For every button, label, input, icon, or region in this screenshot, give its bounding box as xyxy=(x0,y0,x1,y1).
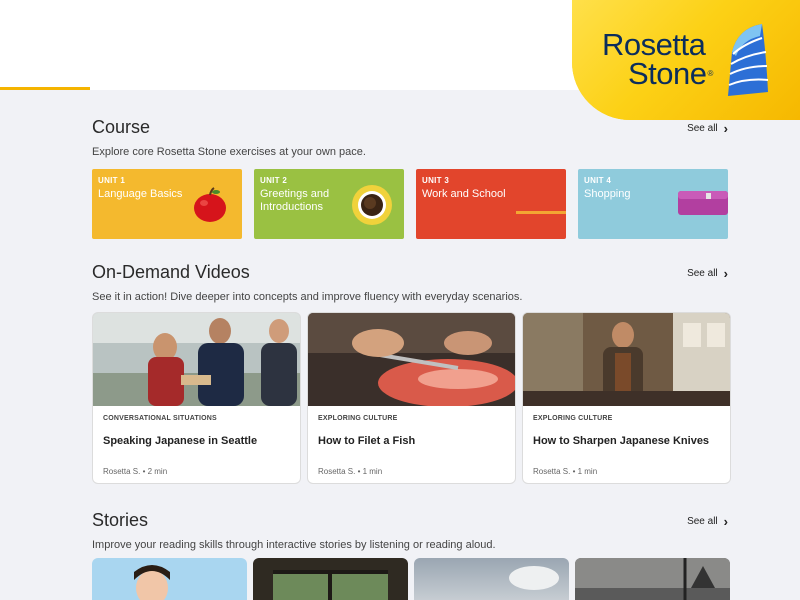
stories-section: Stories Improve your reading skills thro… xyxy=(92,510,732,600)
video-card[interactable]: CONVERSATIONAL SITUATIONS Speaking Japan… xyxy=(92,312,301,484)
brand-logo: Rosetta Stone® xyxy=(572,0,800,120)
video-title: How to Filet a Fish xyxy=(318,435,416,447)
apple-icon xyxy=(194,187,226,222)
unit-name: Language Basics xyxy=(98,188,183,200)
video-title: Speaking Japanese in Seattle xyxy=(103,435,258,447)
see-all-label: See all xyxy=(687,516,718,527)
story-thumbnail xyxy=(575,558,730,600)
video-thumbnail xyxy=(308,313,515,406)
coffee-cup-icon xyxy=(352,185,392,225)
video-category: EXPLORING CULTURE xyxy=(318,415,398,422)
story-thumbnail xyxy=(414,558,569,600)
story-thumbnail xyxy=(253,558,408,600)
unit-number: UNIT 3 xyxy=(422,176,450,185)
course-section: Course Explore core Rosetta Stone exerci… xyxy=(92,117,732,242)
unit-card-1[interactable]: UNIT 1 Language Basics xyxy=(92,169,242,239)
chevron-right-icon: › xyxy=(723,265,728,281)
video-category: EXPLORING CULTURE xyxy=(533,415,613,422)
course-see-all-link[interactable]: See all › xyxy=(687,120,728,136)
video-category: CONVERSATIONAL SITUATIONS xyxy=(103,415,217,422)
stories-see-all-link[interactable]: See all › xyxy=(687,513,728,529)
video-thumbnail xyxy=(523,313,730,406)
story-card[interactable] xyxy=(575,558,730,600)
video-thumbnail xyxy=(93,313,300,406)
unit-card-2[interactable]: UNIT 2 Greetings and Introductions xyxy=(254,169,404,239)
wallet-icon xyxy=(678,191,728,215)
unit-card-4[interactable]: UNIT 4 Shopping xyxy=(578,169,728,239)
story-card[interactable] xyxy=(92,558,247,600)
unit-number: UNIT 1 xyxy=(98,176,126,185)
videos-description: See it in action! Dive deeper into conce… xyxy=(92,291,523,303)
active-tab-indicator xyxy=(0,87,90,90)
video-card[interactable]: EXPLORING CULTURE How to Sharpen Japanes… xyxy=(522,312,731,484)
chevron-right-icon: › xyxy=(723,513,728,529)
unit-name: Work and School xyxy=(422,188,506,200)
stripe-icon xyxy=(516,211,566,214)
video-meta: Rosetta S. • 2 min xyxy=(103,467,168,476)
chevron-right-icon: › xyxy=(723,120,728,136)
brand-wordmark: Rosetta Stone® xyxy=(602,29,714,91)
story-card[interactable] xyxy=(414,558,569,600)
story-thumbnail xyxy=(92,558,247,600)
video-title: How to Sharpen Japanese Knives xyxy=(533,435,710,447)
see-all-label: See all xyxy=(687,123,718,134)
video-meta: Rosetta S. • 1 min xyxy=(533,467,598,476)
story-card[interactable] xyxy=(253,558,408,600)
video-meta: Rosetta S. • 1 min xyxy=(318,467,383,476)
unit-name: Greetings and Introductions xyxy=(260,188,330,213)
course-description: Explore core Rosetta Stone exercises at … xyxy=(92,146,366,158)
unit-number: UNIT 4 xyxy=(584,176,612,185)
stories-description: Improve your reading skills through inte… xyxy=(92,539,496,551)
unit-name: Shopping xyxy=(584,188,631,200)
stories-title: Stories xyxy=(92,510,149,530)
brand-name-line2: Stone xyxy=(628,56,707,91)
unit-card-3[interactable]: UNIT 3 Work and School xyxy=(416,169,566,239)
see-all-label: See all xyxy=(687,268,718,279)
videos-title: On-Demand Videos xyxy=(92,262,250,282)
rosetta-stone-icon xyxy=(728,24,769,96)
videos-see-all-link[interactable]: See all › xyxy=(687,265,728,281)
course-title: Course xyxy=(92,117,151,137)
videos-section: On-Demand Videos See it in action! Dive … xyxy=(92,262,732,492)
trademark: ® xyxy=(707,69,714,78)
video-card[interactable]: EXPLORING CULTURE How to Filet a Fish Ro… xyxy=(307,312,516,484)
